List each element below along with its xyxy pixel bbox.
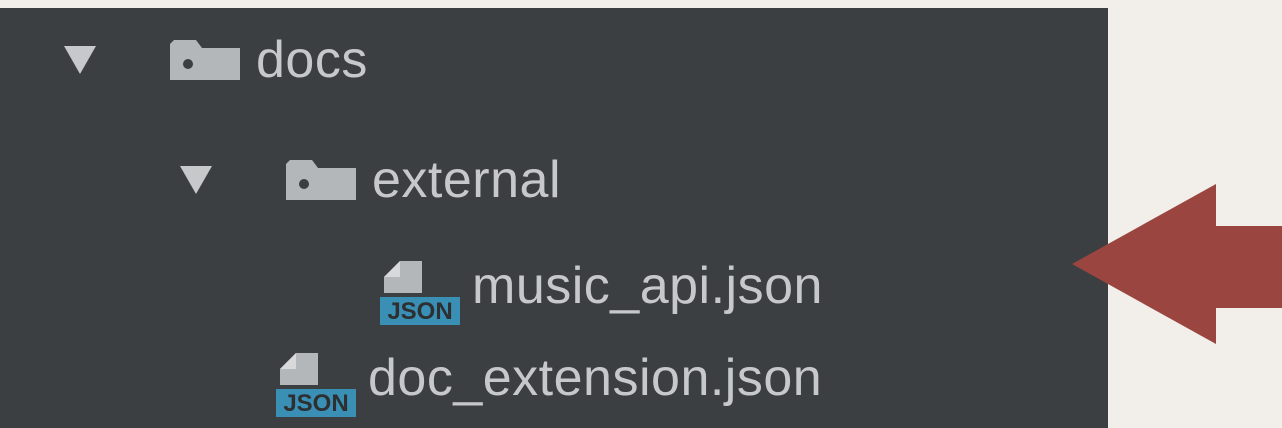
json-badge-text: JSON — [387, 298, 452, 325]
tree-item-label: doc_extension.json — [368, 349, 823, 407]
arrow-left-icon — [1072, 184, 1282, 354]
tree-item-docs[interactable]: docs — [62, 20, 368, 100]
json-file-icon: JSON — [276, 351, 358, 417]
folder-icon — [168, 38, 242, 82]
folder-icon — [284, 158, 358, 202]
json-file-icon: JSON — [380, 259, 462, 325]
tree-item-doc-extension-json[interactable]: JSON doc_extension.json — [276, 338, 822, 418]
tree-item-external[interactable]: external — [178, 140, 561, 220]
project-tree-panel: docs external JSON music_api.json JSON d… — [0, 8, 1108, 428]
json-badge-text: JSON — [283, 390, 348, 417]
tree-item-music-api-json[interactable]: JSON music_api.json — [380, 246, 823, 326]
chevron-down-icon[interactable] — [178, 162, 214, 198]
chevron-down-icon[interactable] — [62, 42, 98, 78]
tree-item-label: external — [372, 151, 561, 209]
tree-item-label: docs — [256, 31, 368, 89]
tree-item-label: music_api.json — [472, 257, 823, 315]
